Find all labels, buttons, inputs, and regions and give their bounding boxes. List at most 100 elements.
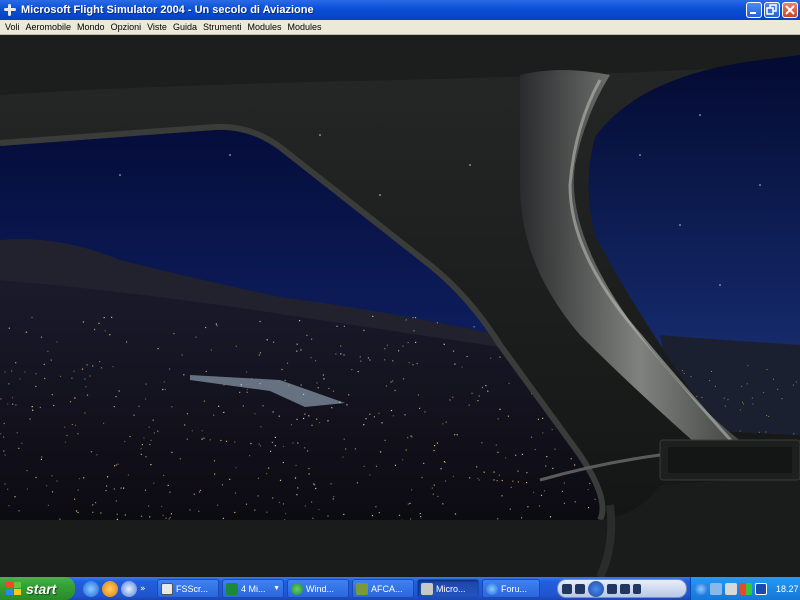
city-light (328, 387, 330, 390)
menu-viste[interactable]: Viste (145, 22, 171, 32)
city-light (144, 489, 147, 491)
city-light (433, 484, 435, 486)
city-light (266, 511, 268, 513)
volume-tray-icon[interactable] (725, 582, 737, 595)
city-light (86, 394, 89, 396)
city-light (496, 480, 498, 482)
city-light (150, 439, 152, 441)
city-light (284, 379, 286, 381)
task-buttons: FSScr... 4 Mi... ▼ Wind... AFCA... Micro… (157, 579, 540, 598)
city-light (545, 465, 547, 467)
city-light (107, 476, 109, 478)
menu-modules[interactable]: Modules (246, 22, 286, 32)
city-light (18, 447, 20, 449)
city-light (47, 350, 49, 352)
simulator-viewport[interactable] (0, 35, 800, 577)
city-light (375, 506, 377, 508)
task-button-messenger[interactable]: Wind... (287, 579, 349, 598)
menu-mondo[interactable]: Mondo (75, 22, 109, 32)
city-light (157, 348, 159, 350)
quick-launch-more-icon[interactable]: » (140, 584, 146, 594)
city-light (84, 412, 86, 414)
close-button[interactable] (782, 2, 798, 18)
city-light (332, 498, 334, 500)
city-light (381, 422, 383, 424)
menu-strumenti[interactable]: Strumenti (201, 22, 246, 32)
city-light (444, 480, 447, 482)
city-light (526, 472, 528, 474)
volume-icon[interactable] (620, 583, 630, 594)
flight-simulator-app-icon[interactable] (3, 3, 17, 17)
system-tray: 18.27 (690, 577, 800, 600)
task-button-fsscreenshot[interactable]: FSScr... (157, 579, 219, 598)
city-light (561, 490, 564, 492)
city-light (3, 436, 5, 438)
antivirus-icon[interactable] (755, 582, 767, 595)
city-light (333, 496, 335, 498)
city-light (369, 413, 371, 415)
title-bar[interactable]: Microsoft Flight Simulator 2004 - Un sec… (0, 0, 800, 20)
city-light (434, 445, 436, 447)
network-icon[interactable] (710, 582, 722, 595)
city-light (490, 357, 492, 359)
menu-aeromobile[interactable]: Aeromobile (24, 22, 76, 32)
city-light (145, 456, 147, 458)
task-button-excel-group[interactable]: 4 Mi... ▼ (222, 579, 284, 598)
city-light (203, 400, 205, 402)
minimize-button[interactable] (746, 2, 762, 18)
city-light (35, 373, 37, 375)
menu-voli[interactable]: Voli (3, 22, 24, 32)
city-light (777, 388, 779, 390)
task-button-flight-simulator[interactable]: Micro... (417, 579, 479, 598)
city-light (95, 502, 97, 504)
restore-player-icon[interactable] (633, 583, 641, 594)
city-light (335, 353, 337, 355)
city-light (316, 382, 318, 384)
outlook-express-icon[interactable] (121, 580, 137, 597)
city-light (436, 442, 438, 444)
media-player-icon[interactable] (102, 580, 118, 597)
city-light (515, 454, 517, 456)
stop-icon[interactable] (562, 583, 572, 594)
city-light (15, 404, 17, 406)
menu-guida[interactable]: Guida (171, 22, 201, 32)
city-light (153, 482, 155, 484)
task-button-forum[interactable]: Foru... (482, 579, 540, 598)
city-light (78, 478, 81, 480)
menu-modules-2[interactable]: Modules (286, 22, 326, 32)
city-light (405, 449, 407, 451)
city-light (249, 455, 251, 457)
city-light (51, 475, 53, 477)
city-light (29, 418, 31, 420)
city-light (193, 493, 195, 495)
play-icon[interactable] (588, 580, 604, 597)
city-light (724, 405, 726, 407)
city-light (682, 370, 684, 372)
previous-icon[interactable] (575, 583, 585, 594)
restore-button[interactable] (764, 2, 780, 18)
city-light (100, 512, 102, 514)
city-light (181, 354, 183, 356)
city-light (308, 473, 310, 475)
city-light (149, 516, 151, 518)
windows-flag-icon (6, 581, 22, 596)
city-light (116, 518, 118, 520)
start-button[interactable]: start (0, 577, 75, 600)
task-button-afcad[interactable]: AFCA... (352, 579, 414, 598)
city-light (412, 317, 414, 319)
city-light (468, 404, 470, 406)
city-light (714, 385, 716, 387)
city-light (445, 421, 447, 423)
menu-opzioni[interactable]: Opzioni (109, 22, 146, 32)
city-light (220, 439, 222, 442)
internet-explorer-icon[interactable] (83, 580, 99, 597)
internet-explorer-tray-icon[interactable] (695, 582, 707, 595)
city-light (148, 426, 150, 428)
next-icon[interactable] (607, 583, 617, 594)
security-shield-icon[interactable] (740, 582, 752, 595)
city-light (75, 510, 78, 512)
city-light (133, 414, 135, 416)
city-light (390, 409, 393, 412)
clock: 18.27 (776, 583, 799, 594)
city-light (115, 464, 117, 466)
